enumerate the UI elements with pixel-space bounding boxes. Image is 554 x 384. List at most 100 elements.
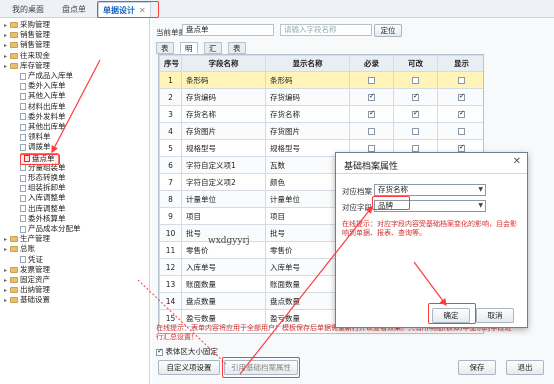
tree-item[interactable]: 领料单 xyxy=(20,132,51,142)
tree-folder[interactable]: ▸ 出纳管理 xyxy=(4,285,50,295)
checkbox[interactable] xyxy=(458,128,465,135)
checkbox[interactable] xyxy=(412,92,419,101)
tree-label: 发票管理 xyxy=(20,264,50,274)
ok-button[interactable]: 确定 xyxy=(432,308,470,323)
field-name: 入库单号 xyxy=(181,258,266,276)
checkbox[interactable] xyxy=(458,143,465,152)
close-icon[interactable]: ✕ xyxy=(513,156,521,167)
tree-item[interactable]: 凭证 xyxy=(20,255,43,265)
field-name: 条形码 xyxy=(181,71,266,89)
archive-select-value: 存货名称 xyxy=(378,185,408,194)
tree-folder[interactable]: ▸ 库存管理 xyxy=(4,61,50,71)
subtab-summary[interactable]: 汇总 xyxy=(204,42,222,64)
tree-label: 委外核算单 xyxy=(28,213,66,223)
document-icon xyxy=(20,205,26,213)
tree-folder[interactable]: ▸ 销售管理 xyxy=(4,40,50,50)
table-row[interactable]: 2 存货编码 存货编码 xyxy=(159,88,483,106)
checkbox[interactable] xyxy=(368,92,375,101)
document-icon xyxy=(20,143,26,151)
current-doc-field[interactable]: 盘点单 xyxy=(182,24,274,36)
exit-button[interactable]: 退出 xyxy=(506,360,544,375)
checkbox[interactable] xyxy=(368,145,375,152)
row-no: 11 xyxy=(159,241,182,259)
field-label: 对应字段 xyxy=(342,203,372,212)
table-size-checkbox[interactable]: 表体区大小固定 xyxy=(156,346,218,357)
field-name: 规格型号 xyxy=(181,139,266,157)
row-no: 6 xyxy=(159,156,182,174)
tree-folder[interactable]: ▸ 固定资产 xyxy=(4,275,50,285)
folder-icon xyxy=(10,32,18,39)
checkbox[interactable] xyxy=(412,77,419,84)
document-icon xyxy=(20,72,26,80)
search-input[interactable]: 请输入字段名称 xyxy=(280,24,372,36)
tree-item[interactable]: 组装拆卸单 xyxy=(20,183,66,193)
tree-item[interactable]: 委外核算单 xyxy=(20,214,66,224)
col-header-no: 序号 xyxy=(159,55,182,72)
row-no: 13 xyxy=(159,275,182,293)
tree-folder[interactable]: ▸ 总账 xyxy=(4,244,35,254)
checkbox-cell xyxy=(437,71,483,89)
row-no: 7 xyxy=(159,173,182,191)
tree-item[interactable]: 委外入库单 xyxy=(20,81,66,91)
tree-item[interactable]: 其他入库单 xyxy=(20,91,66,101)
tree-label: 销售管理 xyxy=(20,40,50,50)
tree-item[interactable]: 分量组装单 xyxy=(20,163,66,173)
save-button[interactable]: 保存 xyxy=(458,360,496,375)
table-row[interactable]: 3 存货名称 存货名称 xyxy=(159,105,483,123)
tree-item[interactable]: 形态转换单 xyxy=(20,173,66,183)
locate-button[interactable]: 定位 xyxy=(374,24,402,37)
subtab-header[interactable]: 表头 xyxy=(156,42,174,64)
tab-doc-design[interactable]: 单据设计 ✕ xyxy=(98,2,151,17)
checkbox[interactable] xyxy=(368,109,375,118)
tree-folder[interactable]: ▸ 发票管理 xyxy=(4,265,50,275)
checkbox-cell xyxy=(437,105,483,123)
tree-item[interactable]: 委外发料单 xyxy=(20,112,66,122)
tree-label: 材料出库单 xyxy=(28,101,66,111)
field-select[interactable]: 品牌 ▼ xyxy=(374,200,486,212)
checkbox[interactable] xyxy=(368,77,375,84)
folder-icon xyxy=(10,52,18,59)
tree-folder[interactable]: ▸ 往来现金 xyxy=(4,51,50,61)
cancel-button[interactable]: 取消 xyxy=(476,308,514,323)
tab-doc-design-label: 单据设计 xyxy=(103,6,135,15)
checkbox[interactable] xyxy=(412,109,419,118)
checkbox-cell xyxy=(349,88,394,106)
tree-item[interactable]: 出库调整单 xyxy=(20,204,66,214)
dialog-title: 基础档案属性 xyxy=(344,162,399,172)
folder-icon xyxy=(10,42,18,49)
tab-my-desktop[interactable]: 我的桌面 xyxy=(8,2,48,17)
tree-folder[interactable]: ▸ 基础设置 xyxy=(4,295,50,305)
field-name: 项目 xyxy=(181,207,266,225)
tree-item[interactable]: 产成品入库单 xyxy=(20,71,73,81)
tree-folder[interactable]: ▸ 销售管理 xyxy=(4,30,50,40)
subtab-detail[interactable]: 明细 xyxy=(180,42,198,64)
folder-icon xyxy=(10,266,18,273)
checkbox[interactable] xyxy=(412,145,419,152)
tree-item[interactable]: 产品成本分配单 xyxy=(20,224,81,234)
document-icon xyxy=(20,256,26,264)
custom-items-button[interactable]: 自定义项设置 xyxy=(158,360,220,375)
archive-select[interactable]: 存货名称 ▼ xyxy=(374,184,486,196)
tree-folder[interactable]: ▸ 生产管理 xyxy=(4,234,50,244)
table-row[interactable]: 1 条形码 条形码 xyxy=(159,71,483,89)
tree-item[interactable]: 其他出库单 xyxy=(20,122,66,132)
document-icon xyxy=(20,123,26,131)
table-row[interactable]: 4 存货图片 存货图片 xyxy=(159,122,483,140)
subtab-footer[interactable]: 表尾 xyxy=(228,42,246,64)
checkbox[interactable] xyxy=(458,77,465,84)
cite-archive-button[interactable]: 引用基础档案属性 xyxy=(224,360,298,375)
checkbox[interactable] xyxy=(412,128,419,135)
tree-item[interactable]: 材料出库单 xyxy=(20,102,66,112)
close-icon[interactable]: ✕ xyxy=(139,6,146,15)
tab-stocktake[interactable]: 盘点单 xyxy=(58,2,90,17)
checkbox[interactable] xyxy=(458,92,465,101)
tree-label: 其他入库单 xyxy=(28,91,66,101)
checkbox[interactable] xyxy=(368,128,375,135)
col-header-visible: 显示 xyxy=(437,55,483,72)
tree-folder[interactable]: ▸ 采购管理 xyxy=(4,20,50,30)
checkbox-icon[interactable] xyxy=(156,347,163,356)
tree-item[interactable]: 调拨单 xyxy=(20,142,51,152)
checkbox[interactable] xyxy=(458,109,465,118)
chevron-down-icon: ▼ xyxy=(478,186,483,193)
tree-item[interactable]: 入库调整单 xyxy=(20,193,66,203)
